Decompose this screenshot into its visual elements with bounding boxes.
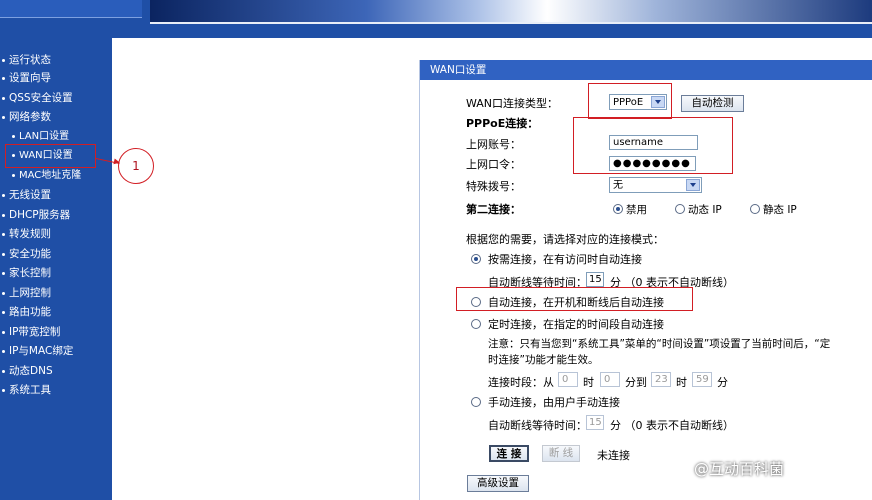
bullet-icon [2,213,5,217]
idle2-label: 自动断线等待时间： [488,419,587,432]
bullet-icon [2,115,5,119]
period-to-hour-input[interactable]: 23 [651,372,671,387]
period-hour-unit: 时 [583,376,594,389]
second-static-radio[interactable] [750,204,760,214]
bullet-icon [2,388,5,392]
mode-on-demand-label: 按需连接，在有访问时自动连接 [488,253,642,266]
bullet-icon [2,330,5,334]
second-dynamic-radio[interactable] [675,204,685,214]
sidebar-item-ip-mac[interactable]: IP与MAC绑定 [2,343,73,359]
period-to-label: 分到 [625,376,647,389]
password-label: 上网口令： [466,158,521,171]
special-dial-label: 特殊拨号： [466,180,521,193]
idle2-input[interactable]: 15 [586,415,604,430]
sidebar-item-wizard[interactable]: 设置向导 [2,70,51,86]
sidebar-item-lan[interactable]: LAN口设置 [12,129,69,145]
bullet-icon [2,232,5,236]
bullet-icon [2,96,5,100]
sidebar-item-access-control[interactable]: 上网控制 [2,285,51,301]
period-label: 连接时段：从 [488,376,554,389]
disconnect-button[interactable]: 断 线 [542,445,580,462]
idle2-suffix: 分 （0 表示不自动断线） [610,419,734,432]
sidebar-item-status[interactable]: 运行状态 [2,52,51,68]
account-label: 上网账号： [466,138,521,151]
sidebar-item-system-tools[interactable]: 系统工具 [2,382,51,398]
sidebar-item-routing[interactable]: 路由功能 [2,304,51,320]
sidebar-menu: 运行状态 设置向导 QSS安全设置 网络参数 LAN口设置 WAN口设置 MAC… [0,38,112,500]
idle-input[interactable]: 15 [586,272,604,287]
note-line-2: 时连接”功能才能生效。 [488,354,599,366]
sidebar-item-wireless[interactable]: 无线设置 [2,187,51,203]
bullet-icon [2,291,5,295]
second-conn-label: 第二连接： [466,203,521,216]
second-disabled-radio[interactable] [613,204,623,214]
period-from-minute-input[interactable]: 0 [600,372,620,387]
bullet-icon [2,349,5,353]
special-dial-select[interactable]: 无 [609,177,702,193]
bullet-icon [2,369,5,373]
watermark: @互动百科菌 [694,460,785,478]
second-static-label: 静态 IP [763,204,797,216]
second-disabled-label: 禁用 [626,204,647,216]
conn-type-label: WAN口连接类型： [466,97,559,110]
sidebar-item-bandwidth[interactable]: IP带宽控制 [2,324,60,340]
bullet-icon [2,76,5,80]
banner-logo-area [0,0,142,18]
sidebar-item-mac-clone[interactable]: MAC地址克隆 [12,168,81,184]
mode-on-demand-radio[interactable] [471,254,481,264]
advanced-settings-button[interactable]: 高级设置 [467,475,529,492]
conn-type-highlight [588,83,672,119]
banner-image [150,0,872,24]
sidebar-item-network[interactable]: 网络参数 [2,109,51,125]
connect-button[interactable]: 连 接 [489,445,529,462]
period-from-hour-input[interactable]: 0 [558,372,578,387]
bullet-icon [2,193,5,197]
mode-timed-label: 定时连接，在指定的时间段自动连接 [488,318,664,331]
period-hour-unit-2: 时 [676,376,687,389]
period-minute-unit: 分 [717,376,728,389]
mode-intro: 根据您的需要，请选择对应的连接模式： [466,233,664,246]
auto-detect-button[interactable]: 自动检测 [681,95,744,112]
auto-connect-highlight [456,287,693,311]
second-dynamic-label: 动态 IP [688,204,722,216]
sidebar-item-forwarding[interactable]: 转发规则 [2,226,51,242]
bullet-icon [12,134,15,138]
bullet-icon [2,58,5,62]
sidebar-item-dhcp[interactable]: DHCP服务器 [2,207,70,223]
pppoe-heading: PPPoE连接： [466,117,539,130]
mode-manual-label: 手动连接，由用户手动连接 [488,396,620,409]
panel-title: WAN口设置 [420,60,872,80]
sidebar-item-qss[interactable]: QSS安全设置 [2,90,73,106]
wan-item-highlight [5,144,96,168]
note-line-1: 注意：只有当您到“系统工具”菜单的“时间设置”项设置了当前时间后，“定 [488,338,831,350]
bullet-icon [2,252,5,256]
bullet-icon [2,271,5,275]
bullet-icon [2,310,5,314]
sidebar-item-ddns[interactable]: 动态DNS [2,363,53,379]
annotation-marker: 1 [118,148,154,184]
chevron-down-icon [686,179,700,191]
credentials-highlight [573,117,733,174]
mode-manual-radio[interactable] [471,397,481,407]
sidebar-item-security[interactable]: 安全功能 [2,246,51,262]
period-to-minute-input[interactable]: 59 [692,372,712,387]
sidebar-item-parental[interactable]: 家长控制 [2,265,51,281]
connection-status: 未连接 [597,449,630,462]
mode-timed-radio[interactable] [471,319,481,329]
bullet-icon [12,173,15,177]
